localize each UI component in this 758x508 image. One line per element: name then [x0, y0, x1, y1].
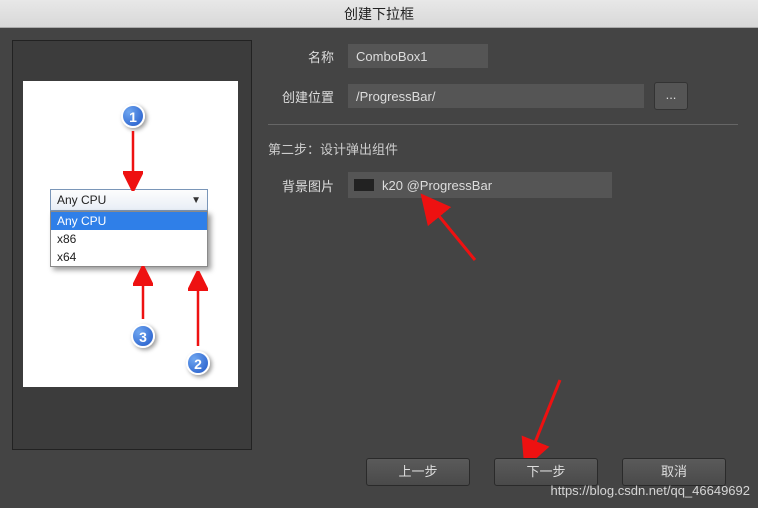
preview-canvas: 1 3 2 Any CPU ▼ Any CPU x86 x64 — [23, 81, 238, 387]
cancel-button[interactable]: 取消 — [622, 458, 726, 486]
form-panel: 名称 创建位置 ... 第二步：设计弹出组件 背景图片 k20 @Progres… — [268, 40, 746, 450]
label-bgimg: 背景图片 — [268, 176, 348, 195]
dialog-title: 创建下拉框 — [0, 0, 758, 28]
divider — [268, 124, 738, 125]
row-bgimg: 背景图片 k20 @ProgressBar — [268, 172, 738, 198]
label-path: 创建位置 — [268, 87, 348, 106]
thumbnail-icon — [354, 179, 374, 191]
preview-panel: 1 3 2 Any CPU ▼ Any CPU x86 x64 — [12, 40, 252, 450]
prev-button[interactable]: 上一步 — [366, 458, 470, 486]
input-path[interactable] — [348, 84, 644, 108]
annotation-arrows-preview — [23, 81, 238, 387]
watermark: https://blog.csdn.net/qq_46649692 — [551, 483, 751, 498]
next-button[interactable]: 下一步 — [494, 458, 598, 486]
step-title: 第二步：设计弹出组件 — [268, 139, 738, 158]
browse-button[interactable]: ... — [654, 82, 688, 110]
dialog-body: 1 3 2 Any CPU ▼ Any CPU x86 x64 — [0, 28, 758, 462]
bgimg-value: k20 @ProgressBar — [382, 178, 492, 193]
row-path: 创建位置 ... — [268, 82, 738, 110]
label-name: 名称 — [268, 47, 348, 66]
button-row: 上一步 下一步 取消 — [366, 458, 726, 486]
input-name[interactable] — [348, 44, 488, 68]
row-name: 名称 — [268, 44, 738, 68]
input-bgimg[interactable]: k20 @ProgressBar — [348, 172, 612, 198]
